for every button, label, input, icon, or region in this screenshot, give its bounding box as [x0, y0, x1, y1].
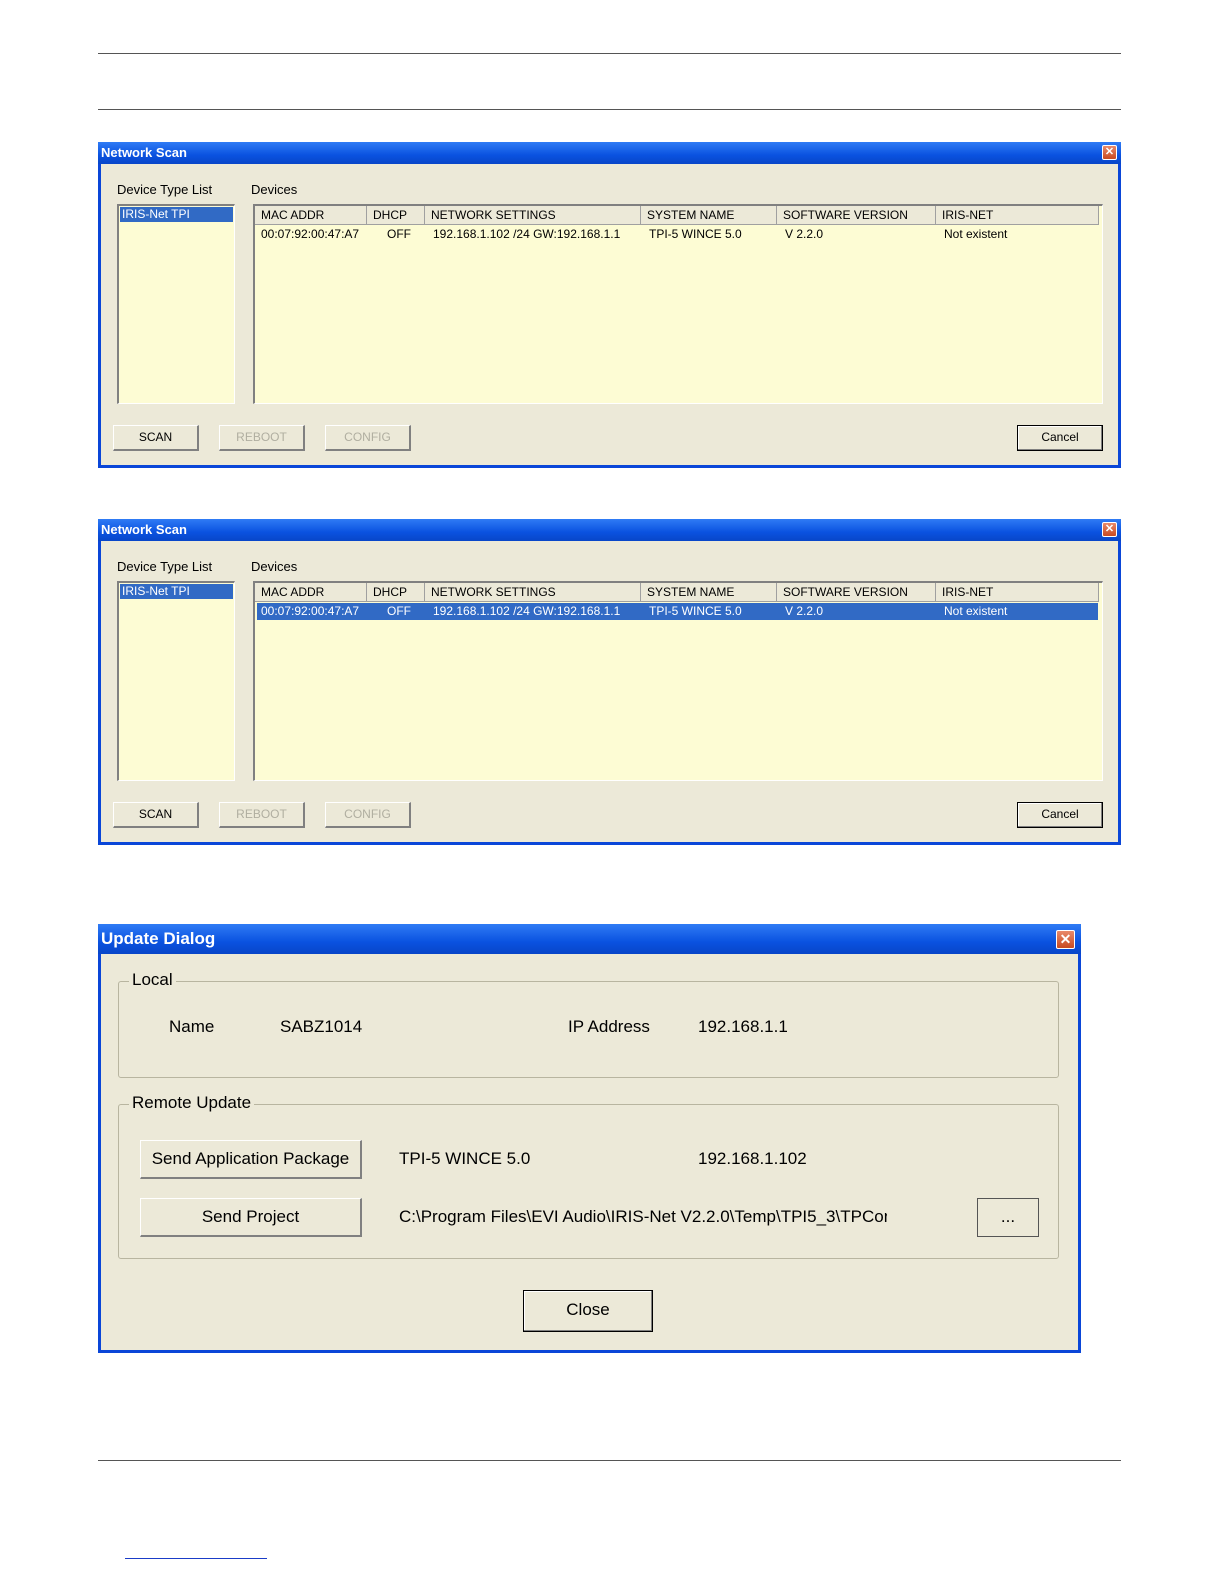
window-title: Network Scan — [98, 519, 1121, 541]
cancel-button[interactable]: Cancel — [1017, 425, 1103, 451]
column-header-mac[interactable]: MAC ADDR — [255, 583, 367, 602]
column-header-network[interactable]: NETWORK SETTINGS — [425, 583, 641, 602]
devices-label: Devices — [251, 559, 298, 574]
header-rule-top — [98, 53, 1121, 54]
close-button[interactable]: Close — [523, 1290, 653, 1332]
network-scan-window-2: Network Scan ✕ Device Type List IRIS-Net… — [98, 519, 1121, 845]
close-icon[interactable]: ✕ — [1056, 930, 1075, 949]
device-type-listbox[interactable]: IRIS-Net TPI — [117, 581, 235, 781]
table-row[interactable]: 00:07:92:00:47:A7 OFF 192.168.1.102 /24 … — [257, 226, 1098, 243]
update-dialog-window: Update Dialog ✕ Local Name SABZ1014 IP A… — [98, 924, 1081, 1353]
window-client: Device Type List IRIS-Net TPI Devices MA… — [101, 164, 1118, 465]
cell-dhcp: OFF — [387, 227, 411, 241]
network-scan-window-1: Network Scan ✕ Device Type List IRIS-Net… — [98, 142, 1121, 468]
close-icon[interactable]: ✕ — [1102, 145, 1117, 160]
scan-button[interactable]: SCAN — [113, 802, 199, 828]
cell-software: V 2.2.0 — [785, 604, 824, 618]
config-button[interactable]: CONFIG — [325, 425, 411, 451]
remote-system-name: TPI-5 WINCE 5.0 — [399, 1149, 531, 1168]
column-header-software[interactable]: SOFTWARE VERSION — [777, 583, 936, 602]
window-client: Local Name SABZ1014 IP Address 192.168.1… — [101, 954, 1078, 1350]
device-type-listbox[interactable]: IRIS-Net TPI — [117, 204, 235, 404]
cell-irisnet: Not existent — [944, 227, 1008, 241]
window-title: Update Dialog — [98, 924, 1081, 954]
window-title: Network Scan — [98, 142, 1121, 164]
browse-button[interactable]: ... — [977, 1198, 1039, 1237]
ip-address-value: 192.168.1.1 — [698, 1017, 788, 1036]
device-type-item-selected[interactable]: IRIS-Net TPI — [120, 584, 233, 599]
cancel-button[interactable]: Cancel — [1017, 802, 1103, 828]
project-path-value: C:\Program Files\EVI Audio\IRIS-Net V2.2… — [399, 1207, 887, 1226]
column-header-network[interactable]: NETWORK SETTINGS — [425, 206, 641, 225]
column-header-irisnet[interactable]: IRIS-NET — [936, 206, 1099, 225]
devices-label: Devices — [251, 182, 298, 197]
close-icon[interactable]: ✕ — [1102, 522, 1117, 537]
device-type-list-label: Device Type List — [117, 182, 213, 197]
column-header-software[interactable]: SOFTWARE VERSION — [777, 206, 936, 225]
cell-irisnet: Not existent — [944, 604, 1008, 618]
name-label: Name — [169, 1017, 215, 1036]
cell-dhcp: OFF — [387, 604, 411, 618]
device-type-list-label: Device Type List — [117, 559, 213, 574]
remote-update-legend: Remote Update — [129, 1093, 255, 1113]
cell-mac: 00:07:92:00:47:A7 — [261, 227, 360, 241]
cell-network: 192.168.1.102 /24 GW:192.168.1.1 — [433, 604, 621, 618]
local-group-legend: Local — [129, 970, 176, 990]
ip-address-label: IP Address — [568, 1017, 650, 1036]
footer-rule — [98, 1460, 1121, 1461]
cell-network: 192.168.1.102 /24 GW:192.168.1.1 — [433, 227, 621, 241]
column-header-dhcp[interactable]: DHCP — [367, 583, 425, 602]
column-header-system[interactable]: SYSTEM NAME — [641, 583, 777, 602]
column-header-dhcp[interactable]: DHCP — [367, 206, 425, 225]
footer-link-underline — [125, 1558, 267, 1559]
cell-system: TPI-5 WINCE 5.0 — [649, 604, 742, 618]
config-button[interactable]: CONFIG — [325, 802, 411, 828]
window-client: Device Type List IRIS-Net TPI Devices MA… — [101, 541, 1118, 842]
header-rule-bottom — [98, 109, 1121, 110]
cell-mac: 00:07:92:00:47:A7 — [261, 604, 360, 618]
scan-button[interactable]: SCAN — [113, 425, 199, 451]
send-project-button[interactable]: Send Project — [140, 1198, 362, 1237]
devices-listview[interactable]: MAC ADDR DHCP NETWORK SETTINGS SYSTEM NA… — [253, 581, 1103, 781]
reboot-button[interactable]: REBOOT — [219, 425, 305, 451]
device-type-item-selected[interactable]: IRIS-Net TPI — [120, 207, 233, 222]
remote-ip-value: 192.168.1.102 — [698, 1149, 807, 1168]
cell-system: TPI-5 WINCE 5.0 — [649, 227, 742, 241]
name-value: SABZ1014 — [280, 1017, 363, 1036]
reboot-button[interactable]: REBOOT — [219, 802, 305, 828]
column-header-system[interactable]: SYSTEM NAME — [641, 206, 777, 225]
table-row-selected[interactable]: 00:07:92:00:47:A7 OFF 192.168.1.102 /24 … — [257, 603, 1098, 620]
send-application-package-button[interactable]: Send Application Package — [140, 1140, 362, 1179]
devices-listview[interactable]: MAC ADDR DHCP NETWORK SETTINGS SYSTEM NA… — [253, 204, 1103, 404]
column-header-irisnet[interactable]: IRIS-NET — [936, 583, 1099, 602]
column-header-mac[interactable]: MAC ADDR — [255, 206, 367, 225]
cell-software: V 2.2.0 — [785, 227, 824, 241]
